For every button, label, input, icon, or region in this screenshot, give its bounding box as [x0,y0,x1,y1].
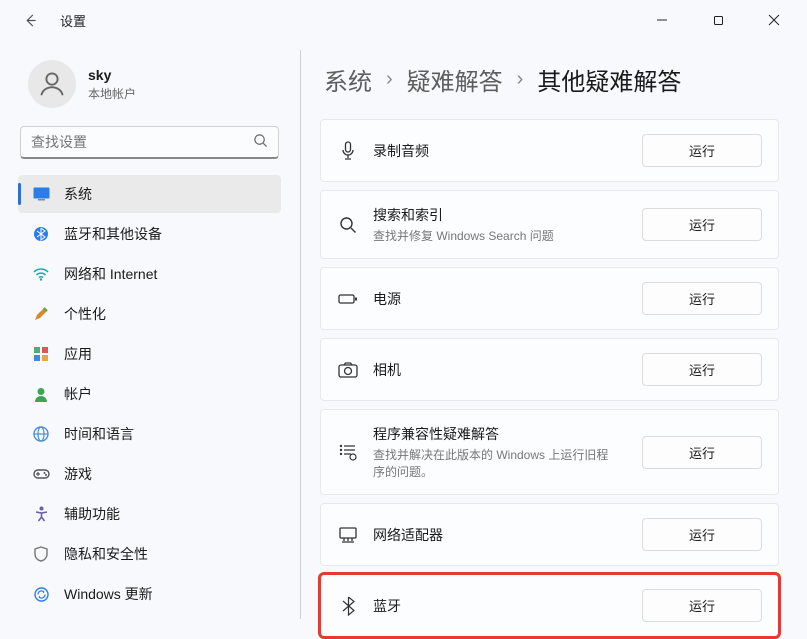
globe-icon [32,425,50,443]
sidebar-item-personalization[interactable]: 个性化 [18,295,281,333]
sidebar-item-network[interactable]: 网络和 Internet [18,255,281,293]
sidebar-item-accounts[interactable]: 帐户 [18,375,281,413]
search-input-container[interactable] [20,126,279,159]
maximize-button[interactable] [703,6,733,34]
window-title: 设置 [60,11,86,30]
back-button[interactable] [18,8,42,32]
troubleshooter-title: 录制音频 [373,141,628,161]
troubleshooter-program-compat: 程序兼容性疑难解答 查找并解决在此版本的 Windows 上运行旧程序的问题。 … [320,409,779,495]
run-button[interactable]: 运行 [642,436,762,469]
run-button[interactable]: 运行 [642,353,762,386]
sidebar-item-label: 应用 [64,344,92,364]
troubleshooter-title: 蓝牙 [373,596,628,616]
content-divider [300,50,301,619]
run-button[interactable]: 运行 [642,282,762,315]
sidebar-item-windows-update[interactable]: Windows 更新 [18,575,281,613]
search-input[interactable] [31,134,253,150]
breadcrumb-troubleshoot[interactable]: 疑难解答 [407,62,503,97]
run-button[interactable]: 运行 [642,208,762,241]
troubleshooter-camera: 相机 运行 [320,338,779,401]
avatar [28,60,76,108]
paintbrush-icon [32,305,50,323]
sidebar-item-gaming[interactable]: 游戏 [18,455,281,493]
profile-block[interactable]: sky 本地帐户 [18,52,281,122]
profile-account-type: 本地帐户 [88,85,136,102]
sidebar-item-time-language[interactable]: 时间和语言 [18,415,281,453]
close-button[interactable] [759,6,789,34]
battery-icon [337,288,359,310]
apps-icon [32,345,50,363]
breadcrumb-root[interactable]: 系统 [324,62,372,97]
network-adapter-icon [337,524,359,546]
run-button[interactable]: 运行 [642,589,762,622]
sidebar-item-bluetooth[interactable]: 蓝牙和其他设备 [18,215,281,253]
troubleshooter-title: 电源 [373,289,628,309]
troubleshooter-record-audio: 录制音频 运行 [320,119,779,182]
bluetooth-icon [32,225,50,243]
troubleshooter-network-adapter: 网络适配器 运行 [320,503,779,566]
sidebar-item-label: 个性化 [64,304,106,324]
breadcrumb: 系统 › 疑难解答 › 其他疑难解答 [310,62,779,97]
troubleshooter-title: 网络适配器 [373,525,628,545]
profile-name: sky [88,67,136,83]
gamepad-icon [32,465,50,483]
camera-icon [337,359,359,381]
sidebar-item-label: 帐户 [64,384,92,404]
sidebar-item-label: Windows 更新 [64,584,153,604]
chevron-right-icon: › [386,68,393,91]
sidebar-item-label: 网络和 Internet [64,264,157,284]
minimize-button[interactable] [647,6,677,34]
troubleshooter-desc: 查找并解决在此版本的 Windows 上运行旧程序的问题。 [373,446,613,480]
sidebar-item-label: 蓝牙和其他设备 [64,224,162,244]
update-icon [32,585,50,603]
list-settings-icon [337,441,359,463]
wifi-icon [32,265,50,283]
breadcrumb-current: 其他疑难解答 [537,62,681,97]
run-button[interactable]: 运行 [642,134,762,167]
troubleshooter-power: 电源 运行 [320,267,779,330]
troubleshooter-search-indexing: 搜索和索引 查找并修复 Windows Search 问题 运行 [320,190,779,259]
sidebar-item-accessibility[interactable]: 辅助功能 [18,495,281,533]
person-icon [32,385,50,403]
search-icon [337,214,359,236]
troubleshooter-title: 搜索和索引 [373,205,628,225]
sidebar-item-label: 辅助功能 [64,504,120,524]
bluetooth-icon [337,595,359,617]
troubleshooter-title: 相机 [373,360,628,380]
sidebar-item-system[interactable]: 系统 [18,175,281,213]
run-button[interactable]: 运行 [642,518,762,551]
troubleshooter-bluetooth: 蓝牙 运行 [320,574,779,637]
chevron-right-icon: › [517,68,524,91]
search-icon [253,133,268,151]
sidebar-item-label: 游戏 [64,464,92,484]
sidebar-item-label: 隐私和安全性 [64,544,148,564]
troubleshooter-title: 程序兼容性疑难解答 [373,424,628,444]
system-icon [32,185,50,203]
shield-icon [32,545,50,563]
microphone-icon [337,140,359,162]
accessibility-icon [32,505,50,523]
sidebar-item-apps[interactable]: 应用 [18,335,281,373]
sidebar-item-label: 系统 [64,184,92,204]
sidebar-item-label: 时间和语言 [64,424,134,444]
troubleshooter-desc: 查找并修复 Windows Search 问题 [373,227,628,244]
sidebar-item-privacy[interactable]: 隐私和安全性 [18,535,281,573]
